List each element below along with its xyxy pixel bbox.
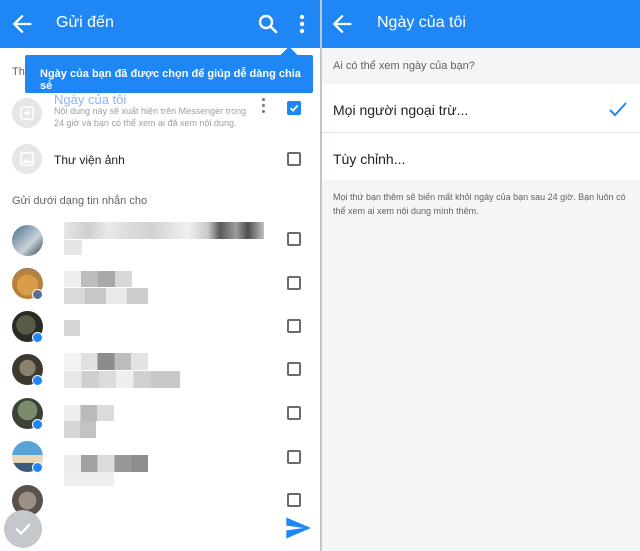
send-to-header: Gửi đến — [0, 0, 320, 48]
contact-checkbox[interactable] — [287, 493, 301, 507]
arrow-left-icon[interactable] — [328, 10, 356, 38]
redacted-contact-name — [64, 455, 148, 472]
redacted-contact-name — [64, 405, 114, 421]
redacted-contact-name — [64, 320, 80, 336]
my-day-privacy-screen: Ngày của tôi Ai có thể xem ngày của bạn?… — [322, 0, 640, 551]
gallery-icon — [12, 144, 42, 174]
redacted-contact-name — [64, 288, 148, 304]
photo-gallery-checkbox[interactable] — [287, 152, 301, 166]
my-day-header: Ngày của tôi — [322, 0, 640, 48]
redacted-contact-name — [64, 240, 82, 255]
contact-checkbox[interactable] — [287, 232, 301, 246]
send-to-screen: Gửi đến Th Ngày của tôi Nội dung này sẽ … — [0, 0, 320, 551]
option-everyone-except[interactable]: Mọi người ngoại trừ... — [333, 102, 468, 118]
redacted-contact-name — [64, 271, 132, 287]
redacted-contact-name — [64, 222, 264, 239]
redacted-contact-name — [64, 472, 114, 486]
my-day-description: Nội dung này sẽ xuất hiện trên Messenger… — [54, 106, 247, 128]
page-title: Ngày của tôi — [377, 14, 466, 31]
section-label-partial: Th — [12, 66, 25, 78]
contact-checkbox[interactable] — [287, 319, 301, 333]
option-custom[interactable]: Tùy chỉnh... — [333, 151, 405, 167]
photo-gallery-label[interactable]: Thư viện ảnh — [54, 153, 125, 167]
check-icon — [15, 523, 31, 536]
messenger-badge-icon — [32, 462, 43, 473]
my-day-checkbox[interactable] — [287, 101, 301, 115]
story-options-icon[interactable] — [258, 98, 268, 118]
who-can-see-label: Ai có thể xem ngày của bạn? — [333, 60, 475, 72]
redacted-contact-name — [64, 421, 96, 438]
option-divider — [322, 132, 640, 133]
page-title: Gửi đến — [56, 14, 114, 31]
redacted-contact-name — [64, 371, 180, 388]
contact-checkbox[interactable] — [287, 362, 301, 376]
check-icon — [289, 104, 299, 112]
send-icon[interactable] — [284, 514, 312, 542]
redacted-contact-name — [64, 353, 148, 370]
messenger-badge-icon — [32, 332, 43, 343]
more-vertical-icon[interactable] — [292, 12, 312, 36]
facebook-badge-icon — [32, 289, 43, 300]
my-day-note: Mọi thứ bạn thêm sẽ biến mất khỏi ngày c… — [333, 192, 626, 216]
contact-checkbox[interactable] — [287, 276, 301, 290]
messenger-badge-icon — [32, 419, 43, 430]
arrow-left-icon[interactable] — [8, 10, 36, 38]
send-as-message-label: Gửi dưới dạng tin nhắn cho — [12, 195, 148, 207]
share-tooltip[interactable]: Ngày của bạn đã được chọn để giúp dễ dàn… — [25, 55, 313, 93]
contact-checkbox[interactable] — [287, 450, 301, 464]
search-icon[interactable] — [256, 12, 280, 36]
add-story-icon — [12, 98, 42, 128]
messenger-badge-icon — [32, 375, 43, 386]
privacy-options: Mọi người ngoại trừ... Tùy chỉnh... — [322, 84, 640, 180]
selected-check-icon — [609, 102, 627, 117]
contact-checkbox[interactable] — [287, 406, 301, 420]
avatar — [12, 225, 43, 256]
done-button[interactable] — [4, 510, 42, 548]
